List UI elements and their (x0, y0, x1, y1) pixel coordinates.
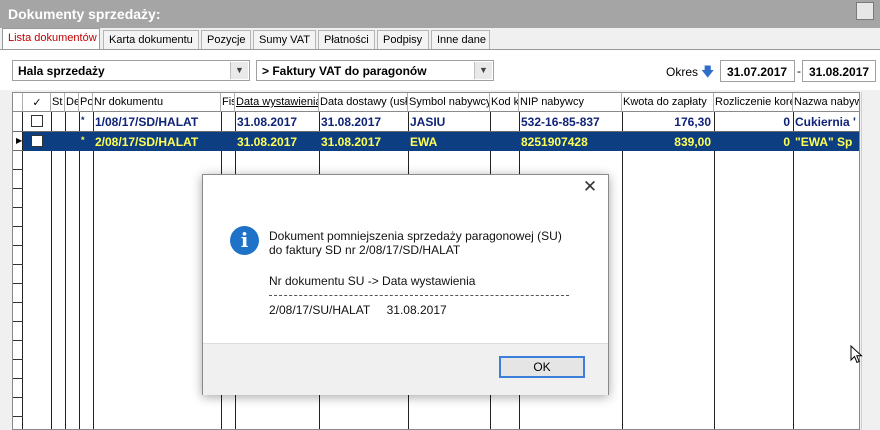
column-line (22, 112, 23, 429)
column-header-rozliczenie-korekt[interactable]: Rozliczenie korekt (714, 93, 793, 112)
doc-type-select[interactable]: > Faktury VAT do paragonów ▼ (256, 60, 494, 81)
tab-platnosci[interactable]: Płatności (318, 30, 375, 49)
data-wystawienia-cell: 31.08.2017 (237, 135, 298, 149)
window-titlebar: Dokumenty sprzedaży: (0, 0, 880, 28)
tab-sumy-vat[interactable]: Sumy VAT (253, 30, 316, 49)
indicator-line (13, 264, 23, 265)
window-button[interactable] (856, 2, 874, 20)
doc-type-select-value: > Faktury VAT do paragonów (262, 64, 427, 78)
indicator-line (13, 283, 23, 284)
indicator-line (13, 416, 23, 417)
nazwa-cell: Cukiernia ' (795, 115, 856, 129)
arrow-down-icon[interactable]: 🡇 (701, 63, 714, 85)
symbol-nabywcy-cell: EWA (410, 135, 438, 149)
chevron-down-icon[interactable]: ▼ (474, 62, 492, 79)
column-header-check[interactable]: ✓ (23, 93, 51, 112)
korekt-cell: 0 (783, 135, 790, 149)
column-header-kod-ki[interactable]: Kod ki (490, 93, 519, 112)
indicator-line (13, 169, 23, 170)
symbol-nabywcy-cell: JASIU (410, 115, 446, 129)
mouse-cursor-icon (850, 345, 863, 364)
nip-cell: 532-16-85-837 (521, 115, 600, 129)
row-marker: * (81, 115, 85, 125)
column-header-kwota[interactable]: Kwota do zapłaty (622, 93, 714, 112)
column-header-nr-dokumentu[interactable]: Nr dokumentu (93, 93, 221, 112)
column-header-nip-nabywcy[interactable]: NIP nabywcy (519, 93, 622, 112)
indicator-line (13, 226, 23, 227)
column-header-data-dostawy[interactable]: Data dostawy (usł (319, 93, 408, 112)
data-dostawy-cell: 31.08.2017 (321, 135, 382, 149)
row-checkbox[interactable] (31, 135, 43, 147)
tab-pozycje[interactable]: Pozycje (201, 30, 251, 49)
dialog-footer: OK (203, 343, 608, 395)
column-header-fis[interactable]: Fis (221, 93, 235, 112)
close-icon[interactable]: ✕ (580, 177, 600, 197)
row-indicator-header (13, 93, 23, 112)
data-wystawienia-cell: 31.08.2017 (237, 115, 298, 129)
dialog-message-line2: do faktury SD nr 2/08/17/SD/HALAT (269, 243, 461, 257)
chevron-down-icon[interactable]: ▼ (230, 62, 248, 79)
indicator-line (13, 340, 23, 341)
column-line (793, 112, 794, 429)
info-icon: i (230, 226, 259, 255)
indicator-line (13, 245, 23, 246)
tab-karta-dokumentu[interactable]: Karta dokumentu (103, 30, 199, 49)
tab-lista-dokumentow[interactable]: Lista dokumentów (2, 28, 100, 50)
data-dostawy-cell: 31.08.2017 (321, 115, 382, 129)
dialog-message-line1: Dokument pomniejszenia sprzedaży paragon… (269, 229, 562, 243)
nazwa-cell: "EWA" Sp (795, 135, 853, 149)
current-row-icon: ▶ (16, 136, 23, 145)
column-header-po[interactable]: Po (79, 93, 93, 112)
date-separator: - (797, 64, 801, 78)
vertical-scrollbar[interactable] (861, 92, 879, 430)
register-select[interactable]: Hala sprzedaży ▼ (12, 60, 250, 81)
column-line (79, 112, 80, 429)
kwota-cell: 839,00 (674, 135, 711, 149)
indicator-line (13, 359, 23, 360)
dialog-separator (269, 295, 569, 296)
ok-button[interactable]: OK (499, 356, 585, 378)
info-dialog: ✕ i Dokument pomniejszenia sprzedaży par… (202, 174, 609, 395)
column-line (65, 112, 66, 429)
register-select-value: Hala sprzedaży (18, 64, 105, 78)
column-header-st[interactable]: St (51, 93, 65, 112)
indicator-line (13, 321, 23, 322)
indicator-line (13, 302, 23, 303)
date-from-input[interactable]: 31.07.2017 (720, 60, 795, 82)
row-checkbox[interactable] (31, 115, 43, 127)
korekt-cell: 0 (783, 115, 790, 129)
column-line (93, 112, 94, 429)
indicator-line (13, 397, 23, 398)
dialog-detail-value: 2/08/17/SU/HALAT 31.08.2017 (269, 303, 447, 317)
column-line (51, 112, 52, 429)
nip-cell: 8251907428 (521, 135, 588, 149)
column-line (622, 112, 623, 429)
column-line (714, 112, 715, 429)
column-header-symbol-nabywcy[interactable]: Symbol nabywcy (408, 93, 490, 112)
window-title: Dokumenty sprzedaży: (8, 6, 161, 22)
column-header-data-wystawienia[interactable]: Data wystawienia (235, 93, 319, 112)
kwota-cell: 176,30 (674, 115, 711, 129)
nr-dokumentu-cell: 2/08/17/SD/HALAT (95, 135, 199, 149)
row-marker: * (81, 135, 85, 145)
indicator-line (13, 207, 23, 208)
indicator-line (13, 378, 23, 379)
period-label: Okres (666, 65, 699, 79)
date-to-input[interactable]: 31.08.2017 (802, 60, 876, 82)
indicator-line (13, 188, 23, 189)
tab-inne-dane[interactable]: Inne dane (431, 30, 490, 49)
column-header-nazwa-nabywcy[interactable]: Nazwa nabywcy (793, 93, 859, 112)
dialog-detail-header: Nr dokumentu SU -> Data wystawienia (269, 274, 476, 288)
tab-podpisy[interactable]: Podpisy (377, 30, 429, 49)
nr-dokumentu-cell: 1/08/17/SD/HALAT (95, 115, 199, 129)
column-header-de[interactable]: De (65, 93, 79, 112)
